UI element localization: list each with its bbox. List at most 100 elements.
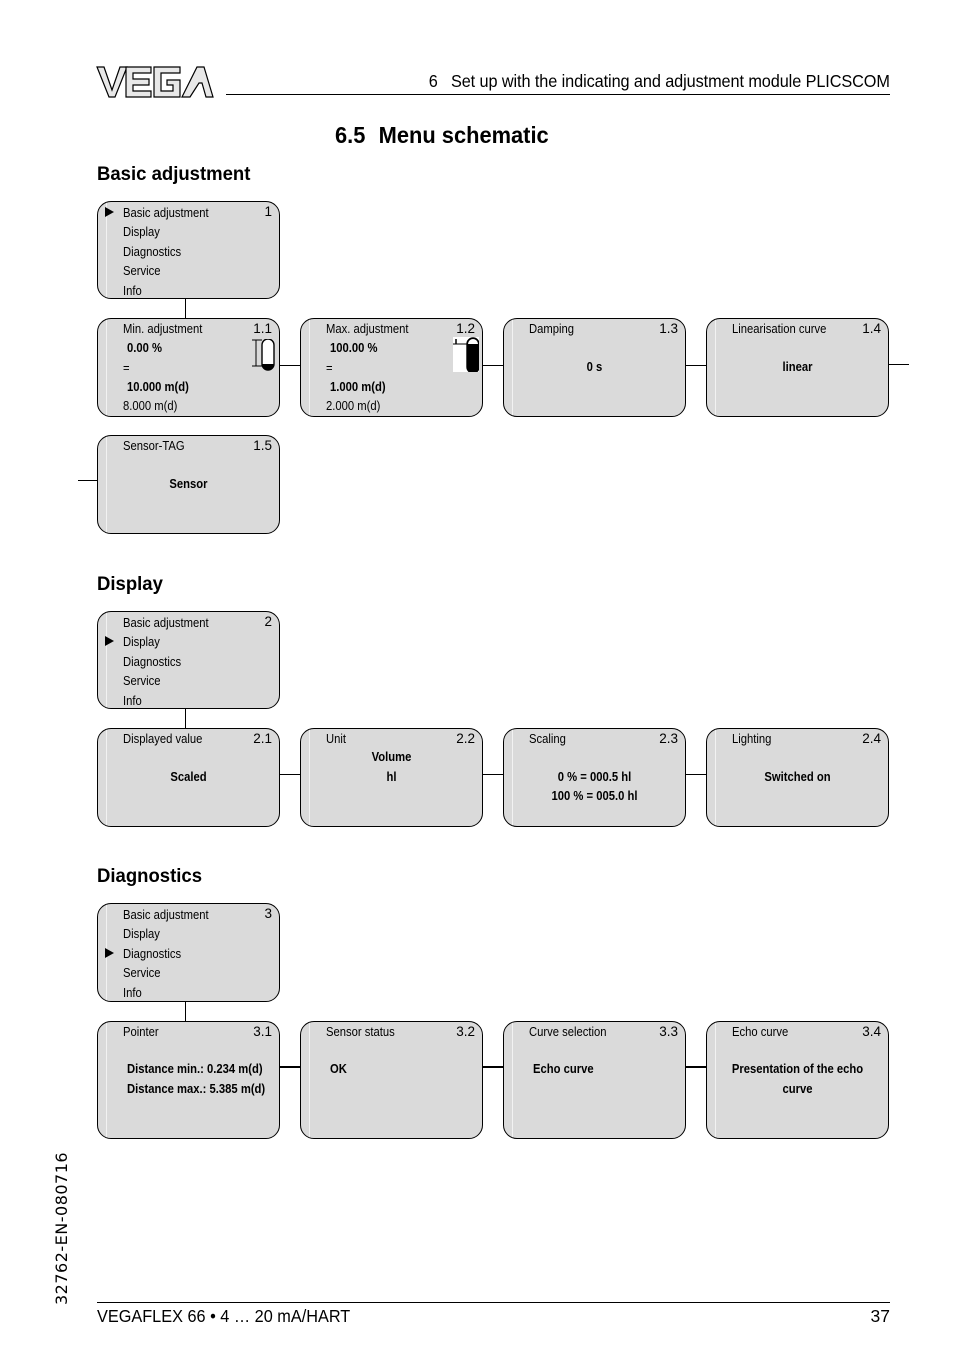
main-menu-box-display[interactable]: Basic adjustment Display Diagnostics Ser… (97, 611, 280, 709)
menu-box-unit[interactable]: Unit 2.2 Volume hl (300, 728, 483, 827)
menu-item-info[interactable]: Info (123, 283, 209, 298)
menu-item-service[interactable]: Service (123, 965, 209, 984)
selection-arrow-icon (105, 207, 114, 217)
box-index: 2.2 (456, 731, 475, 746)
connector-line (185, 1002, 186, 1021)
box-title: Echo curve (732, 1025, 789, 1039)
menu-list: Basic adjustment Display Diagnostics Ser… (123, 205, 218, 298)
box-title: Damping (529, 322, 575, 336)
box-title: Sensor-TAG (123, 439, 185, 453)
main-menu-box-basic[interactable]: Basic adjustment Display Diagnostics Ser… (97, 201, 280, 299)
connector-line (185, 709, 186, 728)
menu-item-diagnostics[interactable]: Diagnostics (123, 244, 209, 263)
scaling-min-value: 0 % = 000.5 hl (557, 770, 632, 784)
connector-line (185, 299, 186, 318)
menu-list: Basic adjustment Display Diagnostics Ser… (123, 907, 218, 1001)
menu-box-max-adjustment[interactable]: Max. adjustment 1.2 100.00 % = 1.000 m(d… (300, 318, 483, 417)
menu-item-diagnostics[interactable]: Diagnostics (123, 946, 209, 965)
box-index: 1.1 (253, 321, 272, 336)
selection-arrow-icon (105, 636, 114, 646)
header-rule (226, 94, 890, 95)
section-heading-display: Display (97, 573, 163, 595)
menu-box-displayed-value[interactable]: Displayed value 2.1 Scaled (97, 728, 280, 827)
connector-line (686, 1066, 706, 1068)
menu-index: 3 (264, 906, 272, 921)
menu-index: 2 (264, 614, 272, 629)
damping-value: 0 s (586, 360, 603, 374)
tank-max-icon (453, 337, 479, 372)
menu-list: Basic adjustment Display Diagnostics Ser… (123, 615, 218, 708)
max-percent-value: 100.00 % (330, 341, 378, 355)
echo-curve-description-line2: curve (782, 1082, 813, 1096)
sensor-status-value: OK (330, 1062, 347, 1076)
menu-box-lighting[interactable]: Lighting 2.4 Switched on (706, 728, 889, 827)
box-index: 1.2 (456, 321, 475, 336)
box-title: Linearisation curve (732, 322, 827, 336)
box-index: 2.4 (862, 731, 881, 746)
menu-box-linearisation-curve[interactable]: Linearisation curve 1.4 linear (706, 318, 889, 417)
box-index: 2.1 (253, 731, 272, 746)
section-number: 6.5 (335, 122, 366, 148)
menu-box-curve-selection[interactable]: Curve selection 3.3 Echo curve (503, 1021, 686, 1139)
box-title: Max. adjustment (326, 322, 409, 336)
connector-line (280, 365, 300, 366)
menu-item-info[interactable]: Info (123, 985, 209, 1001)
menu-box-sensor-status[interactable]: Sensor status 3.2 OK (300, 1021, 483, 1139)
connector-line (483, 1066, 503, 1068)
chapter-heading: 6 Set up with the indicating and adjustm… (428, 71, 890, 91)
connector-line (280, 774, 300, 775)
menu-box-min-adjustment[interactable]: Min. adjustment 1.1 0.00 % = 10.000 m(d)… (97, 318, 280, 417)
menu-box-sensor-tag[interactable]: Sensor-TAG 1.5 Sensor (97, 435, 280, 534)
menu-item-display[interactable]: Display (123, 926, 209, 945)
menu-item-basic-adjustment[interactable]: Basic adjustment (123, 907, 209, 926)
box-title: Sensor status (326, 1025, 395, 1039)
menu-box-damping[interactable]: Damping 1.3 0 s (503, 318, 686, 417)
box-title: Unit (326, 732, 347, 746)
distance-min-value: Distance min.: 0.234 m(d) (127, 1062, 263, 1076)
connector-line-wrap (889, 364, 909, 365)
section-heading-diagnostics: Diagnostics (97, 865, 203, 887)
box-index: 1.5 (253, 438, 272, 453)
max-distance-current: 2.000 m(d) (326, 399, 381, 413)
box-title: Pointer (123, 1025, 159, 1039)
sensor-tag-value: Sensor (169, 477, 208, 491)
menu-item-basic-adjustment[interactable]: Basic adjustment (123, 615, 209, 634)
menu-box-scaling[interactable]: Scaling 2.3 0 % = 000.5 hl 100 % = 005.0… (503, 728, 686, 827)
box-index: 2.3 (659, 731, 678, 746)
max-distance-value: 1.000 m(d) (330, 380, 386, 394)
equals-sign: = (123, 361, 130, 375)
menu-item-service[interactable]: Service (123, 673, 209, 692)
lighting-value: Switched on (764, 770, 831, 784)
menu-item-display[interactable]: Display (123, 224, 209, 243)
menu-item-display[interactable]: Display (123, 634, 209, 653)
document-code: 32762-EN-080716 (52, 1151, 71, 1305)
box-title: Curve selection (529, 1025, 607, 1039)
box-index: 3.3 (659, 1024, 678, 1039)
box-title: Scaling (529, 732, 566, 746)
min-distance-value: 10.000 m(d) (127, 380, 189, 394)
menu-box-echo-curve[interactable]: Echo curve 3.4 Presentation of the echo … (706, 1021, 889, 1139)
connector-line (686, 774, 706, 775)
vega-logo (96, 66, 214, 98)
menu-item-basic-adjustment[interactable]: Basic adjustment (123, 205, 209, 224)
connector-line-wrap (78, 480, 98, 481)
menu-box-pointer[interactable]: Pointer 3.1 Distance min.: 0.234 m(d) Di… (97, 1021, 280, 1139)
section-heading-basic-adjustment: Basic adjustment (97, 163, 251, 185)
unit-value: hl (386, 770, 397, 784)
distance-max-value: Distance max.: 5.385 m(d) (127, 1082, 266, 1096)
main-menu-box-diagnostics[interactable]: Basic adjustment Display Diagnostics Ser… (97, 903, 280, 1002)
menu-item-diagnostics[interactable]: Diagnostics (123, 654, 209, 673)
linearisation-value: linear (782, 360, 813, 374)
box-index: 1.4 (862, 321, 881, 336)
tank-min-icon (252, 339, 275, 371)
menu-item-service[interactable]: Service (123, 263, 209, 282)
selection-arrow-icon (105, 948, 114, 958)
footer-rule (97, 1302, 890, 1303)
connector-line (483, 774, 503, 775)
connector-line (483, 365, 503, 366)
footer-product: VEGAFLEX 66 • 4 … 20 mA/HART (97, 1306, 351, 1326)
menu-item-info[interactable]: Info (123, 693, 209, 708)
equals-sign: = (326, 361, 333, 375)
box-index: 3.4 (862, 1024, 881, 1039)
connector-line (280, 1066, 300, 1068)
